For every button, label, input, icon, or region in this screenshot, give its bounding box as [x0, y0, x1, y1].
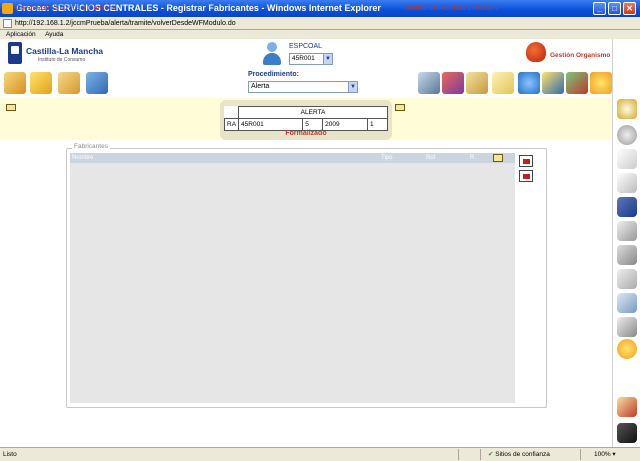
user-label: ESPCOAL: [289, 43, 323, 50]
organism-icon: [526, 42, 546, 62]
trust-label: Sitios de confianza: [495, 451, 550, 458]
folder-link-icon[interactable]: [395, 104, 405, 111]
col-r[interactable]: R.: [470, 153, 476, 163]
motiva-link[interactable]: Motiva CR-45R001/17/2009-1: [406, 5, 499, 12]
zoom-value: 100%: [594, 451, 611, 458]
alert-cell-type: RA: [223, 118, 240, 131]
fabricantes-legend: Fabricantes: [72, 143, 110, 150]
page-icon[interactable]: [617, 149, 637, 169]
alert-cell-year: 2009: [322, 118, 369, 131]
add-fabricante-button[interactable]: [519, 155, 533, 167]
org-button[interactable]: Gestión Organismo: [522, 42, 612, 68]
alert-status: Formalizado: [285, 130, 327, 137]
alert-table: ALERTA RA 45R001 5 2009 1: [223, 106, 388, 131]
laptop-icon[interactable]: [418, 72, 440, 94]
user-area: ESPCOAL 45R001 ▼: [262, 42, 342, 68]
logo: Castilla-La Mancha Instituto de Consumo: [8, 42, 108, 68]
fabricantes-grid[interactable]: Nombre Tipo Rol R.: [70, 153, 515, 403]
chevron-down-icon[interactable]: ▼: [348, 82, 357, 92]
contains-link[interactable]: CR-45R001/17/2009-1 Contiene: [16, 5, 116, 12]
status-divider: [458, 449, 459, 460]
folder-star-icon[interactable]: [30, 72, 52, 94]
org-label: Gestión Organismo: [550, 52, 611, 59]
address-url[interactable]: http://192.168.1.2/jccmPrueba/alerta/tra…: [15, 18, 236, 29]
alert-cell-seq: 1: [367, 118, 388, 131]
grid-header: Nombre Tipo Rol R.: [70, 153, 515, 163]
cancel-icon[interactable]: [617, 397, 637, 417]
bottle-icon[interactable]: [617, 293, 637, 313]
user-select[interactable]: 45R001 ▼: [289, 53, 333, 65]
alert-cell-number: 5: [302, 118, 324, 131]
star-gear-icon[interactable]: [617, 339, 637, 359]
procedure-label: Procedimiento:: [248, 71, 299, 78]
remove-fabricante-button[interactable]: [519, 170, 533, 182]
right-toolbar: [612, 39, 640, 447]
toolbar: Procedimiento: Alerta ▼: [0, 70, 612, 97]
zoom-control[interactable]: 100% ▾: [594, 448, 616, 461]
col-nombre[interactable]: Nombre: [72, 153, 93, 163]
procedure-select[interactable]: Alerta ▼: [248, 81, 358, 93]
check-icon: ✔: [488, 451, 494, 458]
folder-icon[interactable]: [493, 154, 503, 162]
folder-icon[interactable]: [58, 72, 80, 94]
menu-bar: Aplicación Ayuda: [0, 30, 640, 39]
clip-icon[interactable]: [617, 269, 637, 289]
logo-name: Castilla-La Mancha: [26, 46, 103, 56]
procedure-value: Alerta: [251, 83, 270, 90]
books-icon[interactable]: [442, 72, 464, 94]
logo-subtitle: Instituto de Consumo: [38, 57, 86, 63]
menu-aplicacion[interactable]: Aplicación: [6, 31, 36, 38]
back-icon[interactable]: [617, 125, 637, 145]
copy-icon[interactable]: [617, 173, 637, 193]
edit-icon[interactable]: [4, 72, 26, 94]
app-icon: [2, 3, 13, 14]
page-icon: [3, 19, 12, 28]
close-button[interactable]: ✕: [623, 2, 636, 15]
save-icon[interactable]: [617, 197, 637, 217]
user-icon: [262, 42, 282, 66]
address-bar[interactable]: http://192.168.1.2/jccmPrueba/alerta/tra…: [0, 17, 640, 30]
menu-ayuda[interactable]: Ayuda: [45, 31, 63, 38]
folder-link-icon[interactable]: [6, 104, 16, 111]
status-divider: [480, 449, 481, 460]
alert-icon-cell: [225, 107, 239, 119]
scissors-icon[interactable]: [617, 221, 637, 241]
alert-cell-code: 45R001: [238, 118, 304, 131]
col-rol[interactable]: Rol: [426, 153, 435, 163]
col-tipo[interactable]: Tipo: [381, 153, 392, 163]
alert-header: ALERTA: [238, 106, 388, 119]
user-select-value: 45R001: [292, 55, 315, 62]
search-docs-icon[interactable]: [542, 72, 564, 94]
car-icon[interactable]: [617, 423, 637, 443]
crest-icon: [8, 42, 22, 64]
app-header: Castilla-La Mancha Instituto de Consumo …: [0, 39, 612, 70]
export-icon[interactable]: [86, 72, 108, 94]
printer-icon[interactable]: [617, 317, 637, 337]
minimize-button[interactable]: _: [593, 2, 606, 15]
status-bar: Listo ✔ Sitios de confianza 100% ▾: [0, 447, 640, 461]
trust-zone[interactable]: ✔ Sitios de confianza: [488, 448, 550, 461]
chevron-down-icon[interactable]: ▼: [323, 54, 332, 64]
maximize-button[interactable]: □: [608, 2, 621, 15]
documents-icon[interactable]: [466, 72, 488, 94]
status-divider: [580, 449, 581, 460]
fax-icon[interactable]: [617, 245, 637, 265]
sun-icon[interactable]: [590, 72, 612, 94]
globe-icon[interactable]: [518, 72, 540, 94]
zoom-icon[interactable]: [617, 99, 637, 119]
envelope-icon[interactable]: [492, 72, 514, 94]
status-text: Listo: [3, 451, 17, 458]
chart-icon[interactable]: [566, 72, 588, 94]
